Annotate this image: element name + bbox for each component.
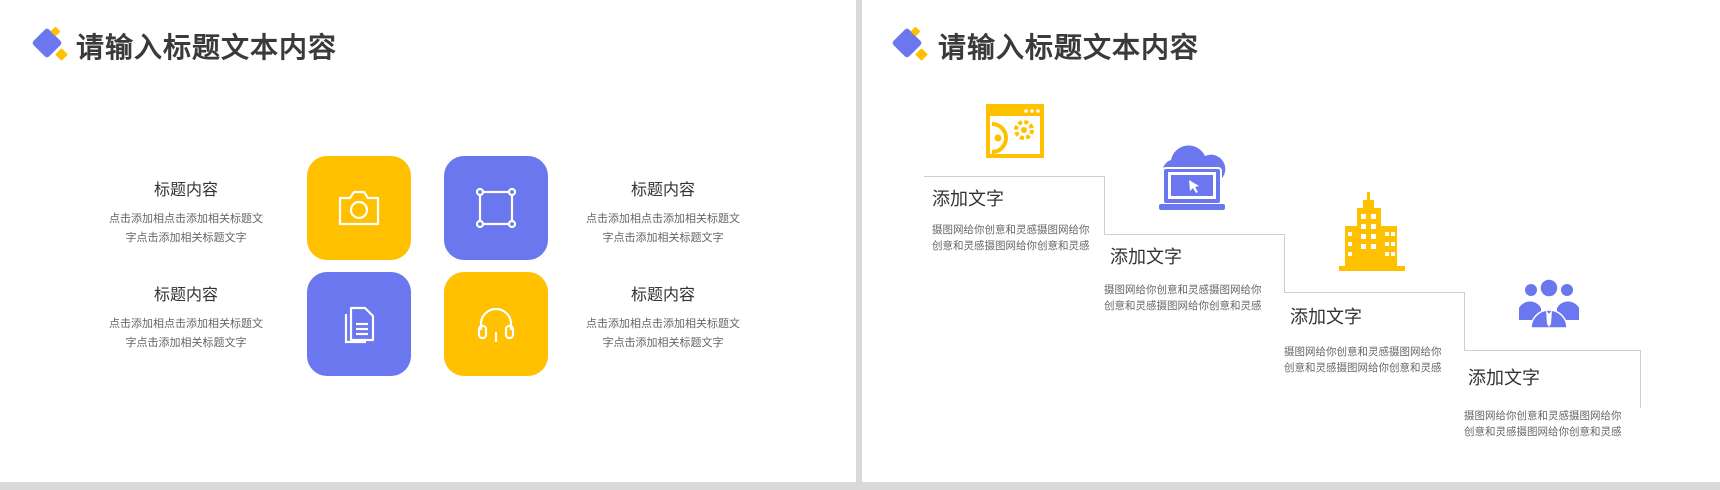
block-heading: 标题内容 bbox=[630, 285, 695, 304]
block-desc-line2: 字点击添加相关标题文字 bbox=[602, 336, 724, 349]
slide-right: 请输入标题文本内容 添加文字 摄图网给你创意和灵感摄图网给你 创意和灵感摄图网给… bbox=[862, 0, 1720, 482]
step-desc: 摄图网给你创意和灵感摄图网给你 创意和灵感摄图网给你创意和灵感 bbox=[1284, 344, 1459, 376]
settings-window-icon bbox=[986, 104, 1044, 158]
stair-line bbox=[1464, 292, 1465, 350]
step-heading: 添加文字 bbox=[1468, 368, 1540, 389]
tile-crop bbox=[444, 156, 548, 260]
stair-line bbox=[1284, 234, 1285, 292]
step-desc-line1: 摄图网给你创意和灵感摄图网给你 bbox=[1284, 346, 1442, 358]
content-block-bottom-right: 标题内容 点击添加相点击添加相关标题文 字点击添加相关标题文字 bbox=[578, 281, 748, 352]
content-block-bottom-left: 标题内容 点击添加相点击添加相关标题文 字点击添加相关标题文字 bbox=[101, 281, 271, 352]
tile-camera bbox=[307, 156, 411, 260]
headphones-icon bbox=[477, 307, 515, 342]
step-desc: 摄图网给你创意和灵感摄图网给你 创意和灵感摄图网给你创意和灵感 bbox=[1464, 408, 1639, 440]
step-heading: 添加文字 bbox=[1110, 247, 1182, 268]
content-block-top-right: 标题内容 点击添加相点击添加相关标题文 字点击添加相关标题文字 bbox=[578, 176, 748, 247]
step-heading: 添加文字 bbox=[932, 189, 1004, 210]
block-heading: 标题内容 bbox=[630, 180, 695, 199]
document-icon bbox=[344, 306, 375, 344]
stair-line bbox=[924, 176, 1104, 177]
step-desc: 摄图网给你创意和灵感摄图网给你 创意和灵感摄图网给你创意和灵感 bbox=[1104, 282, 1279, 314]
stair-line bbox=[1640, 350, 1641, 408]
block-desc-line2: 字点击添加相关标题文字 bbox=[125, 336, 247, 349]
block-heading: 标题内容 bbox=[153, 180, 218, 199]
step-desc-line2: 创意和灵感摄图网给你创意和灵感 bbox=[1284, 362, 1442, 374]
tile-headphones bbox=[444, 272, 548, 376]
diamond-logo-icon bbox=[31, 26, 72, 66]
camera-icon bbox=[338, 190, 380, 226]
block-desc-line1: 点击添加相点击添加相关标题文 bbox=[109, 317, 263, 330]
step-desc-line2: 创意和灵感摄图网给你创意和灵感 bbox=[1104, 300, 1262, 312]
step-desc-line1: 摄图网给你创意和灵感摄图网给你 bbox=[932, 224, 1090, 236]
stair-line bbox=[1464, 350, 1640, 351]
block-desc-line1: 点击添加相点击添加相关标题文 bbox=[586, 317, 740, 330]
content-block-top-left: 标题内容 点击添加相点击添加相关标题文 字点击添加相关标题文字 bbox=[101, 176, 271, 247]
block-heading: 标题内容 bbox=[153, 285, 218, 304]
block-desc-line1: 点击添加相点击添加相关标题文 bbox=[109, 212, 263, 225]
step-desc: 摄图网给你创意和灵感摄图网给你 创意和灵感摄图网给你创意和灵感 bbox=[932, 222, 1107, 254]
tile-document bbox=[307, 272, 411, 376]
slide-title: 请输入标题文本内容 bbox=[76, 31, 338, 64]
step-desc-line2: 创意和灵感摄图网给你创意和灵感 bbox=[1464, 426, 1622, 438]
team-icon bbox=[1519, 278, 1579, 329]
slide-title: 请输入标题文本内容 bbox=[938, 31, 1200, 64]
building-icon bbox=[1339, 192, 1405, 271]
slide-left: 请输入标题文本内容 标题内容 点击添加相点击添加相关标题文 字点击添加相关标题文… bbox=[0, 0, 856, 482]
block-desc-line2: 字点击添加相关标题文字 bbox=[125, 231, 247, 244]
block-desc-line1: 点击添加相点击添加相关标题文 bbox=[586, 212, 740, 225]
step-heading: 添加文字 bbox=[1290, 307, 1362, 328]
diamond-logo-icon bbox=[891, 26, 932, 66]
step-desc-line2: 创意和灵感摄图网给你创意和灵感 bbox=[932, 240, 1090, 252]
crop-frame-icon bbox=[475, 187, 517, 229]
block-desc-line2: 字点击添加相关标题文字 bbox=[602, 231, 724, 244]
cloud-computer-icon bbox=[1159, 145, 1226, 210]
stair-line bbox=[1284, 292, 1464, 293]
step-desc-line1: 摄图网给你创意和灵感摄图网给你 bbox=[1464, 410, 1622, 422]
step-desc-line1: 摄图网给你创意和灵感摄图网给你 bbox=[1104, 284, 1262, 296]
stair-line bbox=[1104, 234, 1284, 235]
